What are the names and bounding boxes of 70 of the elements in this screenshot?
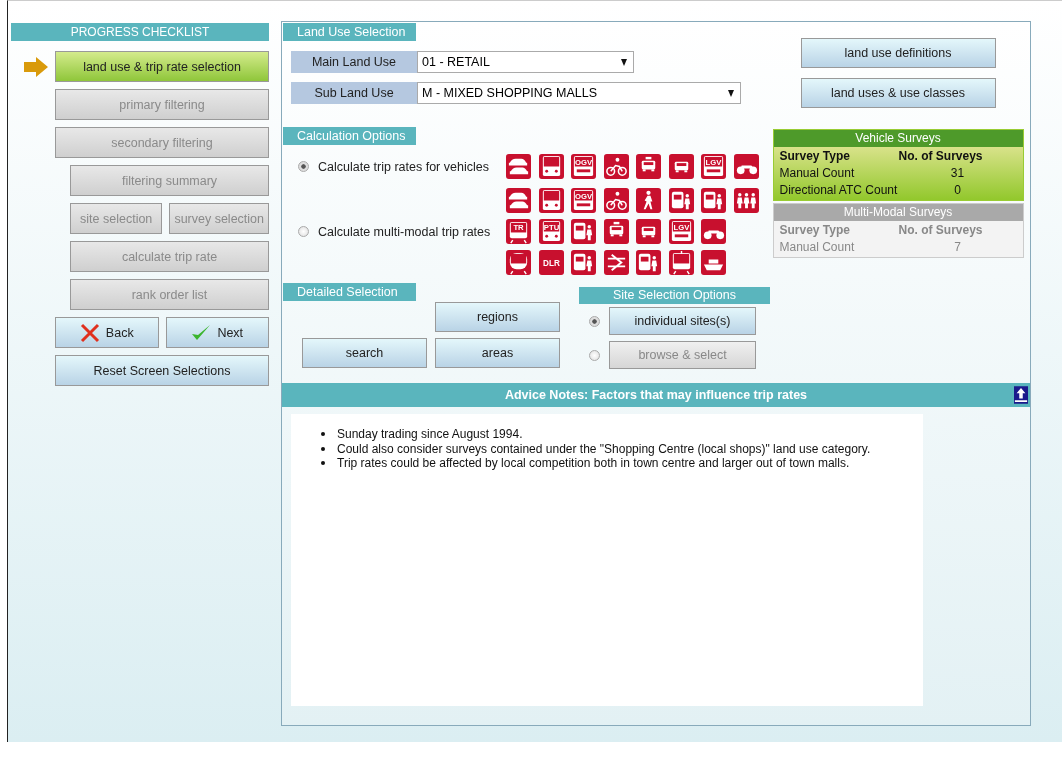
bus-and-person-icon: [571, 219, 596, 244]
van-icon: LGV: [668, 219, 694, 244]
link-button[interactable]: land use definitions: [800, 38, 996, 68]
checklist-button[interactable]: land use & trip rate selection: [55, 51, 269, 82]
note-text: Could also consider surveys contained under the "Shopping Centre (local shops)" land use category.: [337, 441, 871, 456]
bus-icon: PTU: [538, 219, 564, 244]
option-label: Calculate multi-modal trip rates: [318, 224, 491, 239]
van-icon: LGV: [701, 154, 726, 179]
section-header: Detailed Selection: [283, 283, 416, 301]
table-cell-text: Manual Count: [779, 166, 856, 180]
column-header: No. of Surveys: [898, 223, 984, 237]
pedestrian-icon: [636, 188, 661, 213]
column-header: Survey Type: [779, 223, 851, 237]
section-header: Calculation Options: [283, 127, 416, 145]
car-icon: [636, 219, 661, 244]
next-button[interactable]: Next: [165, 317, 269, 348]
truck-icon: OGV: [571, 154, 596, 179]
note-text: Trip rates could be affected by local competition both in town centre and larger out of town malls.: [337, 456, 850, 471]
radio-button[interactable]: [589, 315, 600, 327]
link-button[interactable]: land uses & use classes: [800, 78, 996, 108]
bullet-icon: [321, 446, 325, 451]
advice-title: Advice Notes: Factors that may influence trip rates: [504, 388, 808, 402]
table-title: Vehicle Surveys: [773, 130, 1023, 147]
caret-icon: [728, 89, 734, 97]
bus-icon: [538, 188, 564, 213]
selection-button[interactable]: areas: [435, 338, 560, 368]
bus-and-person-icon: [668, 188, 694, 213]
tram-icon: [668, 250, 694, 275]
bullet-icon: [321, 461, 325, 466]
option-label: Calculate trip rates for vehicles: [318, 159, 489, 174]
ship-icon: [701, 250, 726, 275]
bus-icon: [538, 154, 564, 179]
search-button[interactable]: search: [302, 338, 427, 368]
truck-icon: OGV: [571, 188, 596, 213]
table-cell-text: 31: [949, 166, 966, 180]
table-cell-text: 7: [953, 240, 962, 254]
train-icon: TR: [506, 219, 531, 244]
bus-and-person-icon: [636, 250, 661, 275]
train-and-person-icon: [571, 250, 596, 275]
dropdown[interactable]: 01 - RETAIL: [417, 51, 634, 73]
table-cell-text: 0: [953, 183, 962, 197]
reset-button[interactable]: Reset Screen Selections: [55, 355, 269, 386]
section-header: Site Selection Options: [579, 287, 770, 304]
column-header: No. of Surveys: [898, 149, 984, 163]
car-icon: [668, 154, 694, 179]
arrow-icon: [24, 57, 48, 77]
dropdown[interactable]: M - MIXED SHOPPING MALLS: [417, 82, 741, 104]
table-title: Multi-Modal Surveys: [773, 204, 1023, 221]
option-button[interactable]: individual sites(s): [609, 307, 756, 335]
rail-icon: [603, 250, 629, 275]
table-cell-text: Manual Count: [779, 240, 856, 254]
field-label: Main Land Use: [291, 51, 417, 73]
field-label: Sub Land Use: [291, 82, 417, 104]
radio-button[interactable]: [298, 226, 309, 237]
table-cell: Directional ATC Count: [779, 183, 899, 197]
tube-train-icon: [506, 250, 531, 275]
cyclist-icon: [603, 188, 629, 213]
back-button[interactable]: Back: [55, 317, 159, 348]
column-header: Survey Type: [779, 149, 851, 163]
note-text: Sunday trading since August 1994.: [337, 427, 523, 442]
panel-header: PROGRESS CHECKLIST: [11, 23, 269, 41]
bullet-icon: [321, 432, 325, 437]
scroll-top-icon[interactable]: [1014, 385, 1028, 405]
radio-button[interactable]: [298, 161, 309, 172]
caret-icon: [621, 58, 627, 66]
close-icon: [79, 322, 100, 343]
people-icon: [733, 188, 759, 213]
cyclist-icon: [603, 154, 629, 179]
section-header: Land Use Selection: [283, 23, 416, 41]
selection-button[interactable]: regions: [435, 302, 560, 332]
